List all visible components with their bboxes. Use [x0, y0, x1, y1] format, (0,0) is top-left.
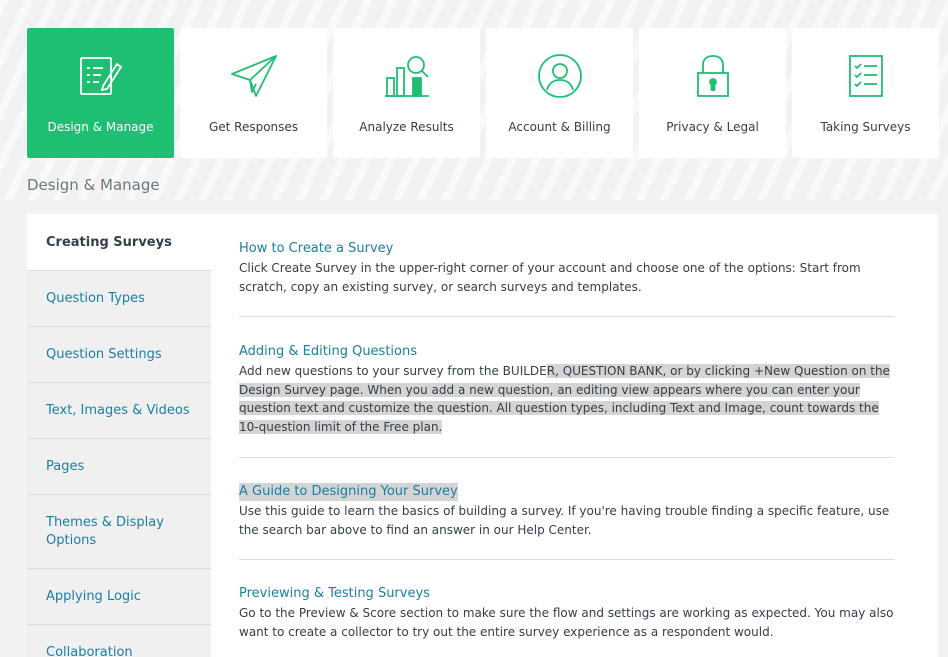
sidebar-item-label: Question Settings	[46, 347, 162, 362]
tile-taking-surveys[interactable]: Taking Surveys	[792, 28, 939, 158]
sidebar-item-label: Question Types	[46, 291, 145, 306]
article-summary-text: Add new questions to your survey from th…	[239, 364, 547, 378]
article-item: Previewing & Testing Surveys Go to the P…	[239, 582, 894, 641]
article-title-link[interactable]: How to Create a Survey	[239, 240, 393, 258]
article-summary: Click Create Survey in the upper-right c…	[239, 261, 861, 294]
tile-get-responses[interactable]: Get Responses	[180, 28, 327, 158]
article-item: Adding & Editing Questions Add new quest…	[239, 340, 894, 436]
article-summary: Go to the Preview & Score section to mak…	[239, 606, 894, 639]
sidebar-item-label: Collaboration	[46, 645, 133, 657]
sidebar-item-themes-display-options[interactable]: Themes & Display Options	[27, 494, 211, 568]
user-circle-icon	[536, 52, 584, 100]
article-summary: Add new questions to your survey from th…	[239, 362, 894, 436]
tile-privacy-legal[interactable]: Privacy & Legal	[639, 28, 786, 158]
bar-chart-magnifier-icon	[383, 52, 431, 100]
edit-document-icon	[77, 52, 125, 100]
article-item: How to Create a Survey Click Create Surv…	[239, 237, 894, 296]
article-divider	[239, 559, 894, 560]
section-title: Design & Manage	[27, 176, 160, 194]
article-title-link[interactable]: Previewing & Testing Surveys	[239, 585, 430, 603]
tile-label: Design & Manage	[47, 120, 154, 134]
tile-design-manage[interactable]: Design & Manage	[27, 28, 174, 158]
padlock-icon	[689, 52, 737, 100]
sidebar-item-label: Themes & Display Options	[46, 514, 164, 548]
sidebar-item-question-settings[interactable]: Question Settings	[27, 326, 211, 382]
sidebar-item-label: Text, Images & Videos	[46, 403, 190, 418]
article-title-link[interactable]: Adding & Editing Questions	[239, 343, 417, 361]
sidebar-item-label: Creating Surveys	[46, 234, 172, 250]
tile-label: Taking Surveys	[820, 120, 911, 134]
article-item: A Guide to Designing Your Survey Use thi…	[239, 480, 894, 539]
paper-plane-icon	[230, 52, 278, 100]
tile-label: Privacy & Legal	[666, 120, 759, 134]
sidebar-item-label: Pages	[46, 459, 85, 474]
sidebar-item-question-types[interactable]: Question Types	[27, 270, 211, 326]
sidebar: Creating Surveys Question Types Question…	[27, 214, 211, 657]
article-divider	[239, 316, 894, 317]
article-divider	[239, 457, 894, 458]
sidebar-item-creating-surveys[interactable]: Creating Surveys	[27, 214, 211, 270]
sidebar-item-text-images-videos[interactable]: Text, Images & Videos	[27, 382, 211, 438]
sidebar-item-pages[interactable]: Pages	[27, 438, 211, 494]
tile-analyze-results[interactable]: Analyze Results	[333, 28, 480, 158]
tile-label: Get Responses	[208, 120, 299, 134]
tile-label: Analyze Results	[359, 120, 454, 134]
tile-label: Account & Billing	[508, 120, 611, 134]
sidebar-item-applying-logic[interactable]: Applying Logic	[27, 568, 211, 624]
sidebar-item-collaboration[interactable]: Collaboration	[27, 624, 211, 657]
article-title-link[interactable]: A Guide to Designing Your Survey	[239, 483, 458, 501]
tile-account-billing[interactable]: Account & Billing	[486, 28, 633, 158]
content-panel: Creating Surveys Question Types Question…	[27, 214, 938, 657]
sidebar-item-label: Applying Logic	[46, 589, 141, 604]
checklist-icon	[842, 52, 890, 100]
article-summary: Use this guide to learn the basics of bu…	[239, 504, 890, 537]
